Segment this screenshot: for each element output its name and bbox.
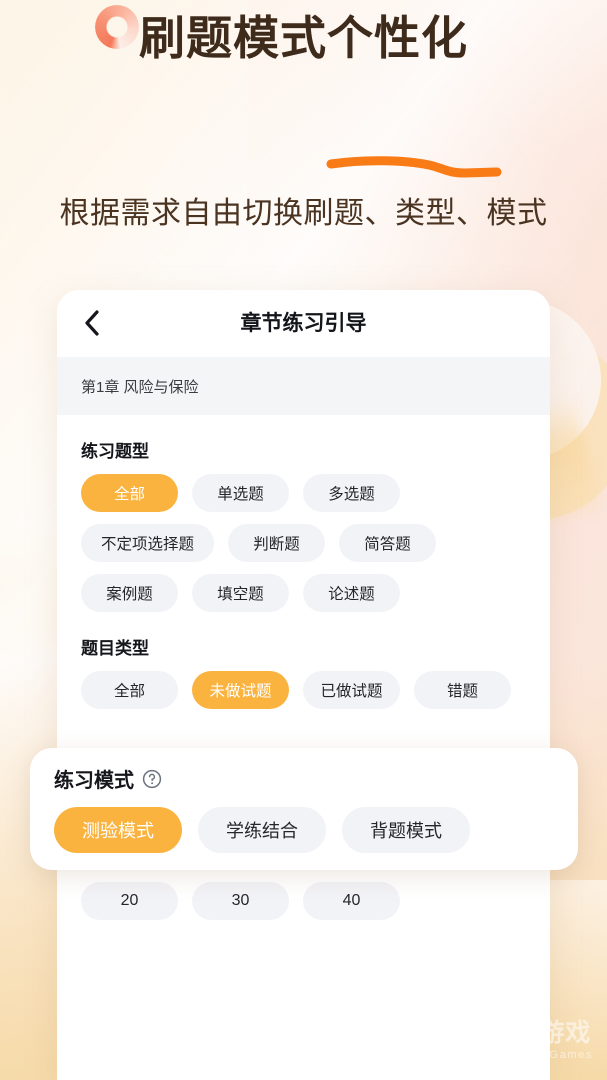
question-circle-icon[interactable] [142,769,162,789]
practice-mode-header: 练习模式 [54,764,554,793]
practice-mode-chip-group: 测验模式 学练结合 背题模式 [54,807,554,853]
chip-practice-type-2[interactable]: 多选题 [303,474,400,512]
chip-practice-type-3[interactable]: 不定项选择题 [81,524,215,562]
chip-practice-type-7[interactable]: 填空题 [192,574,289,612]
chip-practice-type-8[interactable]: 论述题 [303,574,400,612]
chip-practice-type-6[interactable]: 案例题 [81,574,178,612]
chip-practice-type-4[interactable]: 判断题 [228,524,326,562]
question-category-chip-group: 全部 未做试题 已做试题 错题 [81,671,526,709]
section-title: 题目类型 [81,639,149,658]
page-title: 刷题模式个性化 [139,12,468,64]
section-question-category: 题目类型 全部 未做试题 已做试题 错题 [57,634,550,709]
hero-section: 刷题模式个性化 根据需求自由切换刷题、类型、模式 [0,0,607,230]
chip-quantity-6[interactable]: 40 [303,882,400,920]
chip-practice-mode-1[interactable]: 学练结合 [198,807,326,853]
chip-quantity-5[interactable]: 30 [192,882,289,920]
chip-quantity-4[interactable]: 20 [81,882,178,920]
section-header: 题目类型 [81,634,526,659]
chip-practice-type-5[interactable]: 简答题 [339,524,437,562]
hero-title-wrap: 刷题模式个性化 [0,0,607,88]
section-title: 练习题型 [81,442,149,461]
navbar: 章节练习引导 [57,290,550,354]
phone-screen-card: 章节练习引导 第1章 风险与保险 练习题型 全部 单选题 多选题 不定项选择题 … [57,290,550,1080]
chip-question-category-0[interactable]: 全部 [81,671,178,709]
chip-question-category-3[interactable]: 错题 [414,671,511,709]
chip-practice-mode-2[interactable]: 背题模式 [342,807,470,853]
chip-question-category-1[interactable]: 未做试题 [192,671,289,709]
section-header: 练习题型 [81,437,526,462]
navbar-title: 章节练习引导 [240,312,367,335]
chip-question-category-2[interactable]: 已做试题 [303,671,400,709]
chip-practice-type-1[interactable]: 单选题 [192,474,289,512]
practice-type-chip-group: 全部 单选题 多选题 不定项选择题 判断题 简答题 案例题 填空题 论述题 [81,474,526,612]
chapter-label: 第1章 风险与保险 [81,378,199,396]
title-underline-icon [326,156,502,178]
chip-practice-mode-0[interactable]: 测验模式 [54,807,182,853]
chip-practice-type-0[interactable]: 全部 [81,474,178,512]
section-practice-type: 练习题型 全部 单选题 多选题 不定项选择题 判断题 简答题 案例题 填空题 论… [57,437,550,612]
page-subtitle: 根据需求自由切换刷题、类型、模式 [59,197,548,230]
practice-mode-title: 练习模式 [54,770,134,792]
practice-mode-panel: 练习模式 测验模式 学练结合 背题模式 [30,748,578,870]
chapter-selector[interactable]: 第1章 风险与保险 [57,357,550,415]
